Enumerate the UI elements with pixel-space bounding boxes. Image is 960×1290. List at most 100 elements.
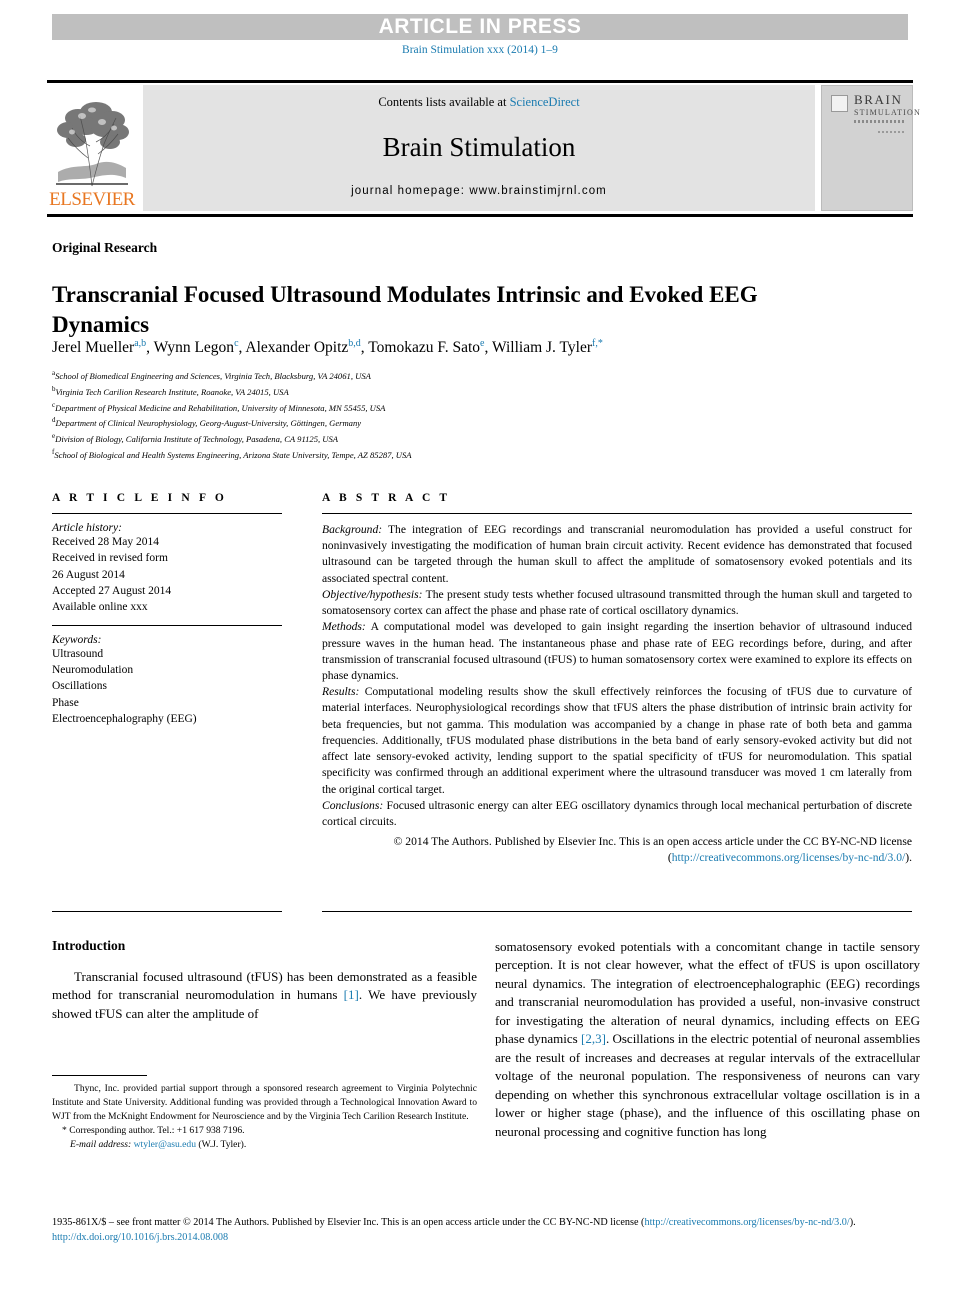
journal-masthead: ELSEVIER Contents lists available at Sci… <box>47 85 920 211</box>
abstract-bottom-divider <box>322 911 912 913</box>
license-link[interactable]: http://creativecommons.org/licenses/by-n… <box>644 1217 849 1228</box>
citation-ref-2-3[interactable]: [2,3] <box>581 1031 606 1046</box>
email-link[interactable]: wtyler@asu.edu <box>134 1139 196 1150</box>
footnote-section: Thync, Inc. provided partial support thr… <box>52 1082 477 1152</box>
page-footer: 1935-861X/$ – see front matter © 2014 Th… <box>52 1216 920 1246</box>
article-info-heading: A R T I C L E I N F O <box>52 492 227 504</box>
page-title: Transcranial Focused Ultrasound Modulate… <box>52 282 758 337</box>
elsevier-tree-icon <box>52 98 132 190</box>
article-type-label: Original Research <box>52 240 158 255</box>
cover-publisher-logo-icon <box>831 95 848 112</box>
issn-text: 1935-861X/$ – see front matter © 2014 Th… <box>52 1217 645 1228</box>
article-page: ARTICLE IN PRESS Brain Stimulation xxx (… <box>0 0 960 1290</box>
email-owner: (W.J. Tyler). <box>198 1138 247 1150</box>
introduction-paragraph-continued: somatosensory evoked potentials with a c… <box>495 938 920 1141</box>
body-column-right: somatosensory evoked potentials with a c… <box>495 938 920 1141</box>
article-history-item: Received in revised form <box>52 552 168 565</box>
abstract-paragraph: Methods: A computational model was devel… <box>322 620 912 682</box>
abstract-paragraph: Results: Computational modeling results … <box>322 685 912 796</box>
abstract-section: A B S T R A C T Background: The integrat… <box>322 492 912 867</box>
email-label: E-mail address: <box>70 1138 132 1150</box>
article-history-item: Received 28 May 2014 <box>52 536 159 548</box>
abstract-paragraph: Objective/hypothesis: The present study … <box>322 587 912 618</box>
affiliation-item: bVirginia Tech Carilion Research Institu… <box>52 384 289 397</box>
keywords-list: Ultrasound Neuromodulation Oscillations Pha… <box>52 646 282 728</box>
masthead-rule-bottom <box>47 214 913 217</box>
elsevier-wordmark: ELSEVIER <box>49 189 135 210</box>
article-in-press-label: ARTICLE IN PRESS <box>378 15 582 38</box>
footnote-divider <box>52 1075 147 1076</box>
affiliation-item: dDepartment of Clinical Neurophysiology,… <box>52 416 362 429</box>
abstract-section-label: Background: <box>322 523 383 536</box>
abstract-body: Background: The integration of EEG recor… <box>322 522 912 830</box>
author-list: Jerel Muellera,b, Wynn Legonc, Alexander… <box>52 338 603 357</box>
article-history-label: Article history: <box>52 522 122 534</box>
keywords-divider <box>52 624 282 626</box>
article-in-press-banner: ARTICLE IN PRESS <box>52 14 908 40</box>
keyword-item: Neuromodulation <box>52 663 134 676</box>
intro-right-text-b: . Oscillations in the electric potential… <box>495 1031 921 1139</box>
abstract-heading: A B S T R A C T <box>322 492 451 504</box>
journal-reference-text: Brain Stimulation xxx (2014) 1–9 <box>402 44 558 56</box>
article-history-item: Accepted 27 August 2014 <box>52 584 172 597</box>
keyword-item: Oscillations <box>52 680 107 693</box>
journal-cover-thumbnail[interactable]: BRAIN STIMULATION <box>821 85 920 211</box>
author-affiliation-mark: e <box>480 338 485 349</box>
cc-license-link[interactable]: http://creativecommons.org/licenses/by-n… <box>672 851 906 864</box>
citation-ref-1[interactable]: [1] <box>344 987 359 1002</box>
introduction-heading: Introduction <box>52 938 126 953</box>
abstract-divider <box>322 513 912 514</box>
article-history-item: 26 August 2014 <box>52 568 125 581</box>
license-suffix: ). <box>849 1217 856 1228</box>
affiliation-item: aSchool of Biomedical Engineering and Sc… <box>52 369 371 381</box>
journal-title: Brain Stimulation <box>382 132 576 162</box>
cover-title-top: BRAIN <box>854 92 903 107</box>
elsevier-tree-svg <box>52 98 132 190</box>
abstract-section-label: Conclusions: <box>322 798 384 812</box>
author-name[interactable]: Alexander Opitz <box>245 339 348 356</box>
article-history-item: Available online xxx <box>52 601 148 614</box>
abstract-section-label: Objective/hypothesis: <box>322 587 423 601</box>
issn-copyright-line: 1935-861X/$ – see front matter © 2014 Th… <box>52 1216 920 1231</box>
article-info-divider <box>52 513 282 514</box>
affiliation-item: eDivision of Biology, California Institu… <box>52 432 339 444</box>
sciencedirect-link[interactable]: ScienceDirect <box>510 95 580 109</box>
introduction-text-right: somatosensory evoked potentials with a c… <box>495 938 920 1141</box>
author-affiliation-mark: a,b <box>134 338 147 349</box>
body-column-left: Introduction Transcranial focused ultras… <box>52 938 477 1023</box>
author-affiliation-mark: f,* <box>592 338 603 349</box>
info-bottom-divider <box>52 911 282 913</box>
affiliation-item: cDepartment of Physical Medicine and Reh… <box>52 400 386 413</box>
abstract-section-label: Results: <box>322 685 360 699</box>
author-name[interactable]: Jerel Mueller <box>52 339 134 356</box>
introduction-text-left: Transcranial focused ultrasound (tFUS) h… <box>52 968 477 1023</box>
author-name[interactable]: Tomokazu F. Sato <box>368 339 480 356</box>
article-info-section: A R T I C L E I N F O Article history: R… <box>52 492 282 727</box>
elsevier-logo: ELSEVIER <box>47 85 137 211</box>
contents-prefix: Contents lists available at <box>378 95 510 109</box>
cover-subtext-line <box>878 131 904 133</box>
affiliation-list: aSchool of Biomedical Engineering and Sc… <box>52 368 912 463</box>
introduction-paragraph: Transcranial focused ultrasound (tFUS) h… <box>52 968 477 1023</box>
author-name[interactable]: Wynn Legon <box>154 339 234 356</box>
author-affiliation-mark: c <box>234 338 239 349</box>
doi-link[interactable]: http://dx.doi.org/10.1016/j.brs.2014.08.… <box>52 1231 920 1246</box>
cover-divider <box>854 120 906 123</box>
copyright-suffix: ). <box>905 851 912 865</box>
keyword-item: Phase <box>52 696 79 709</box>
contents-list-line: Contents lists available at ScienceDirec… <box>378 95 579 110</box>
email-note: E-mail address: wtyler@asu.edu (W.J. Tyl… <box>52 1138 477 1152</box>
author-name[interactable]: William J. Tyler <box>492 339 592 356</box>
masthead-center: Contents lists available at ScienceDirec… <box>143 85 815 211</box>
keywords-label: Keywords: <box>52 633 102 646</box>
abstract-copyright: © 2014 The Authors. Published by Elsevie… <box>322 834 912 866</box>
keyword-item: Electroencephalography (EEG) <box>52 712 197 725</box>
journal-reference-line[interactable]: Brain Stimulation xxx (2014) 1–9 <box>0 44 960 56</box>
author-affiliation-mark: b,d <box>348 338 361 349</box>
cover-title-bottom: STIMULATION <box>854 108 921 117</box>
journal-homepage[interactable]: journal homepage: www.brainstimjrnl.com <box>351 185 607 197</box>
abstract-paragraph: Conclusions: Focused ultrasonic energy c… <box>322 798 912 828</box>
corresponding-author-note: * Corresponding author. Tel.: +1 617 938… <box>62 1124 245 1136</box>
funding-note: Thync, Inc. provided partial support thr… <box>52 1083 477 1122</box>
keyword-item: Ultrasound <box>52 647 104 660</box>
